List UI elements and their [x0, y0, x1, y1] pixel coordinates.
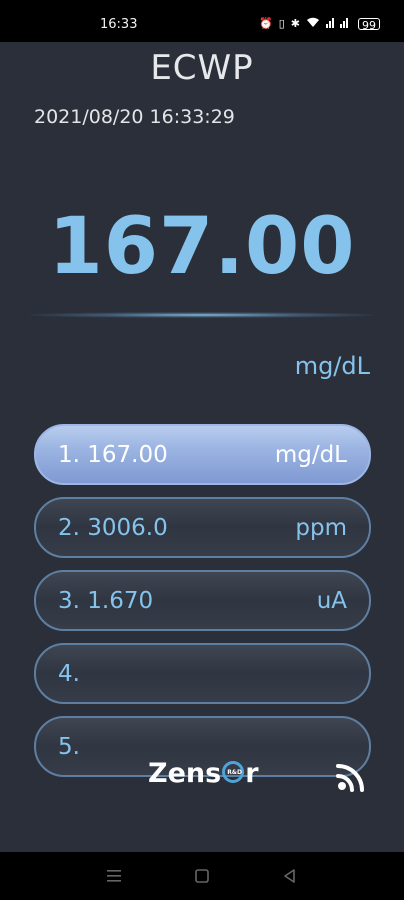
system-nav-bar — [0, 852, 404, 900]
glow-divider — [30, 312, 374, 318]
reading-label: 5. — [58, 733, 80, 760]
signal-icon — [326, 16, 352, 31]
status-icons: ⏰ ▯ ✱ 99 — [259, 16, 380, 32]
reading-button-1[interactable]: 1. 167.00 mg/dL — [34, 424, 371, 485]
home-square-icon — [195, 869, 209, 883]
wifi-connect-button[interactable] — [334, 758, 370, 794]
alarm-icon: ⏰ — [259, 17, 273, 30]
home-button[interactable] — [190, 864, 214, 888]
logo-text-right: r — [245, 758, 259, 789]
recent-apps-button[interactable] — [102, 864, 126, 888]
reading-label: 3. 1.670 — [58, 587, 154, 614]
logo-ring: R&D — [222, 761, 245, 783]
measurement-datetime: 2021/08/20 16:33:29 — [34, 106, 235, 128]
reading-unit: mg/dL — [274, 441, 347, 468]
reading-button-3[interactable]: 3. 1.670 uA — [34, 570, 371, 631]
back-triangle-icon — [284, 869, 295, 883]
back-button[interactable] — [278, 864, 302, 888]
reading-unit: uA — [316, 587, 347, 614]
zensor-logo: Zens R&D r — [148, 758, 259, 789]
status-bar: 16:33 ⏰ ▯ ✱ 99 — [0, 0, 404, 42]
reading-button-2[interactable]: 2. 3006.0 ppm — [34, 497, 371, 558]
page-title: ECWP — [150, 48, 254, 88]
menu-icon — [107, 870, 121, 882]
reading-unit: ppm — [295, 514, 347, 541]
logo-ring-text: R&D — [227, 769, 243, 776]
reading-label: 1. 167.00 — [58, 441, 168, 468]
logo-text-left: Zens — [148, 758, 222, 789]
status-time: 16:33 — [100, 17, 138, 32]
bluetooth-icon: ✱ — [290, 17, 300, 30]
battery-level: 99 — [362, 18, 376, 32]
reading-label: 4. — [58, 660, 80, 687]
reading-label: 2. 3006.0 — [58, 514, 168, 541]
battery-icon: 99 — [358, 17, 380, 32]
vibrate-icon: ▯ — [278, 17, 285, 30]
app-screen: ECWP 2021/08/20 16:33:29 167.00 mg/dL 1.… — [0, 42, 404, 852]
main-reading-value: 167.00 — [48, 202, 356, 292]
main-reading-unit: mg/dL — [294, 352, 370, 380]
wifi-icon — [306, 16, 320, 31]
reading-button-4[interactable]: 4. — [34, 643, 371, 704]
wifi-icon — [336, 764, 364, 792]
